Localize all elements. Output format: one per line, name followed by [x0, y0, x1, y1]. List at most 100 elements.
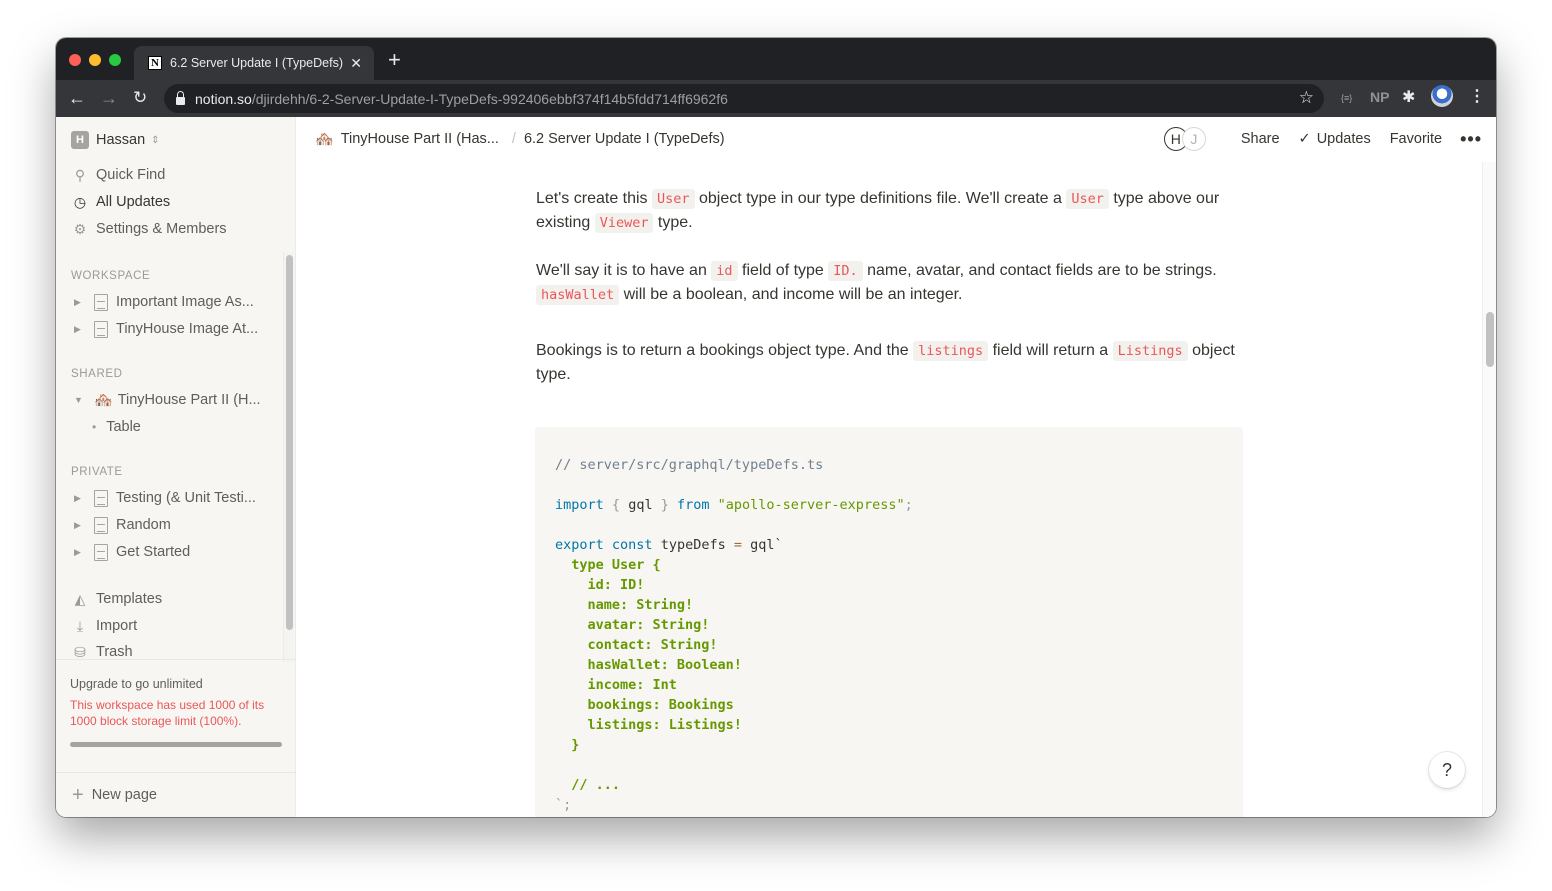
- updates-label: Updates: [1316, 131, 1371, 147]
- code-gql-line: type User {: [555, 557, 661, 573]
- inline-code: hasWallet: [536, 285, 620, 305]
- page-actions: H J Share ✓ Updates Favorite •••: [1163, 127, 1482, 151]
- code-operator: =: [733, 537, 742, 553]
- new-tab-button[interactable]: +: [388, 49, 401, 71]
- breadcrumb-parent[interactable]: TinyHouse Part II (Has...: [341, 131, 499, 147]
- paragraph-fields[interactable]: We'll say it is to have an id field of t…: [536, 259, 1246, 307]
- page-title: Testing (& Unit Testi...: [116, 490, 256, 506]
- sidebar: H Hassan ⇕ ⚲ Quick Find ◷ All Updates ⚙ …: [56, 117, 296, 817]
- code-identifier: gql: [620, 497, 661, 513]
- collaborator-avatars[interactable]: H J: [1163, 127, 1206, 151]
- page-icon: [94, 293, 108, 311]
- browser-toolbar: ← → ↻ notion.so/djirdehh/6-2-Server-Upda…: [56, 80, 1496, 117]
- upgrade-panel[interactable]: Upgrade to go unlimited This workspace h…: [56, 659, 296, 771]
- sidebar-item-templates[interactable]: ◭ Templates: [72, 588, 162, 610]
- sidebar-page[interactable]: ▶ Get Started: [74, 541, 190, 563]
- inline-code: User: [652, 189, 695, 209]
- text: field of type: [737, 262, 829, 279]
- new-page-button[interactable]: + New page: [56, 772, 296, 817]
- more-options-icon[interactable]: •••: [1460, 129, 1482, 150]
- browser-tab[interactable]: N 6.2 Server Update I (TypeDefs) ✕: [134, 46, 374, 80]
- maximize-window-button[interactable]: [109, 54, 121, 66]
- storage-progress-bar: [70, 742, 282, 747]
- breadcrumb-separator: /: [511, 131, 516, 147]
- minimize-window-button[interactable]: [89, 54, 101, 66]
- paragraph-bookings[interactable]: Bookings is to return a bookings object …: [536, 339, 1246, 387]
- page-title: TinyHouse Part II (H...: [117, 392, 261, 408]
- extensions-puzzle-icon[interactable]: ✱: [1402, 87, 1415, 107]
- sidebar-item-settings[interactable]: ⚙ Settings & Members: [72, 218, 227, 240]
- expand-triangle-icon[interactable]: ▶: [74, 324, 88, 335]
- code-gql-line: id: ID!: [555, 577, 645, 593]
- address-bar[interactable]: notion.so/djirdehh/6-2-Server-Update-I-T…: [164, 84, 1324, 113]
- sidebar-page[interactable]: ▶ Important Image As...: [74, 291, 254, 313]
- expand-triangle-icon[interactable]: ▶: [74, 547, 88, 558]
- lock-icon[interactable]: [176, 90, 185, 105]
- sidebar-item-label: Templates: [96, 591, 163, 607]
- sidebar-item-all-updates[interactable]: ◷ All Updates: [72, 191, 170, 213]
- check-icon: ✓: [1298, 131, 1311, 147]
- sidebar-scrollbar-thumb[interactable]: [286, 255, 293, 630]
- forward-arrow-icon[interactable]: →: [100, 87, 118, 109]
- sidebar-subpage[interactable]: • Table: [74, 416, 141, 438]
- page-icon: [94, 543, 108, 561]
- paragraph-user-type[interactable]: Let's create this User object type in ou…: [536, 187, 1246, 235]
- new-page-label: New page: [91, 787, 157, 803]
- np-extension-icon[interactable]: NP: [1370, 89, 1389, 105]
- import-icon: ⤓: [76, 617, 84, 634]
- upgrade-title: Upgrade to go unlimited: [70, 677, 203, 691]
- sidebar-page[interactable]: ▼ 🏘️ TinyHouse Part II (H...: [74, 389, 261, 411]
- page-topbar: 🏘️ TinyHouse Part II (Has... / 6.2 Serve…: [296, 117, 1496, 162]
- code-identifier: gql`: [741, 537, 783, 553]
- inline-code: User: [1066, 189, 1109, 209]
- code-punctuation: }: [660, 497, 669, 513]
- profile-avatar-icon[interactable]: [1431, 85, 1453, 107]
- text: Let's create this: [536, 190, 652, 207]
- avatar[interactable]: J: [1181, 127, 1206, 151]
- storage-warning: This workspace has used 1000 of its 1000…: [70, 698, 265, 728]
- sidebar-item-trash[interactable]: ⛁ Trash: [72, 642, 133, 659]
- code-gql-line: name: String!: [555, 597, 694, 613]
- houses-emoji-icon: 🏘️: [315, 131, 334, 148]
- browser-window: N 6.2 Server Update I (TypeDefs) ✕ + ← →…: [56, 38, 1496, 817]
- sidebar-page[interactable]: ▶ Testing (& Unit Testi...: [74, 487, 256, 509]
- breadcrumb: 🏘️ TinyHouse Part II (Has... / 6.2 Serve…: [315, 130, 725, 148]
- code-closing: `;: [555, 797, 572, 813]
- close-window-button[interactable]: [69, 54, 81, 66]
- expand-triangle-icon[interactable]: ▶: [74, 297, 88, 308]
- favorite-button[interactable]: Favorite: [1390, 131, 1442, 147]
- sidebar-item-label: All Updates: [96, 194, 171, 210]
- close-tab-icon[interactable]: ✕: [350, 55, 362, 72]
- sidebar-page[interactable]: ▶ TinyHouse Image At...: [74, 318, 258, 340]
- bookmark-star-icon[interactable]: ☆: [1299, 88, 1314, 108]
- updates-button[interactable]: ✓ Updates: [1299, 131, 1371, 147]
- help-button[interactable]: ?: [1429, 752, 1465, 788]
- page-scrollbar[interactable]: [1482, 162, 1496, 817]
- share-button[interactable]: Share: [1241, 131, 1280, 147]
- page-icon: [94, 516, 108, 534]
- expand-triangle-icon[interactable]: ▶: [74, 520, 88, 531]
- code-string: "apollo-server-express": [717, 497, 905, 513]
- workspace-avatar: H: [71, 131, 89, 149]
- sidebar-page[interactable]: ▶ Random: [74, 514, 171, 536]
- sidebar-item-import[interactable]: ⤓ Import: [72, 615, 137, 637]
- code-block[interactable]: // server/src/graphql/typeDefs.ts import…: [535, 427, 1243, 817]
- code-punctuation: {: [611, 497, 621, 513]
- inline-code: id: [711, 261, 738, 281]
- back-arrow-icon[interactable]: ←: [68, 87, 86, 109]
- search-icon: ⚲: [74, 166, 86, 183]
- sidebar-item-label: Trash: [96, 644, 133, 659]
- expand-triangle-icon[interactable]: ▶: [74, 493, 88, 504]
- collapse-triangle-icon[interactable]: ▼: [74, 395, 88, 405]
- json-viewer-icon[interactable]: {≡}: [1341, 93, 1352, 103]
- text: We'll say it is to have an: [536, 262, 712, 279]
- page-scrollbar-thumb[interactable]: [1486, 312, 1494, 367]
- breadcrumb-current[interactable]: 6.2 Server Update I (TypeDefs): [524, 131, 725, 147]
- text: object type in our type definitions file…: [694, 190, 1067, 207]
- browser-menu-icon[interactable]: ⋮: [1469, 86, 1485, 106]
- sidebar-item-quick-find[interactable]: ⚲ Quick Find: [72, 164, 165, 186]
- code-punctuation: ;: [904, 497, 913, 513]
- reload-icon[interactable]: ↻: [133, 87, 147, 109]
- sidebar-scrollbar[interactable]: [283, 252, 294, 662]
- workspace-switcher[interactable]: H Hassan ⇕: [71, 131, 160, 149]
